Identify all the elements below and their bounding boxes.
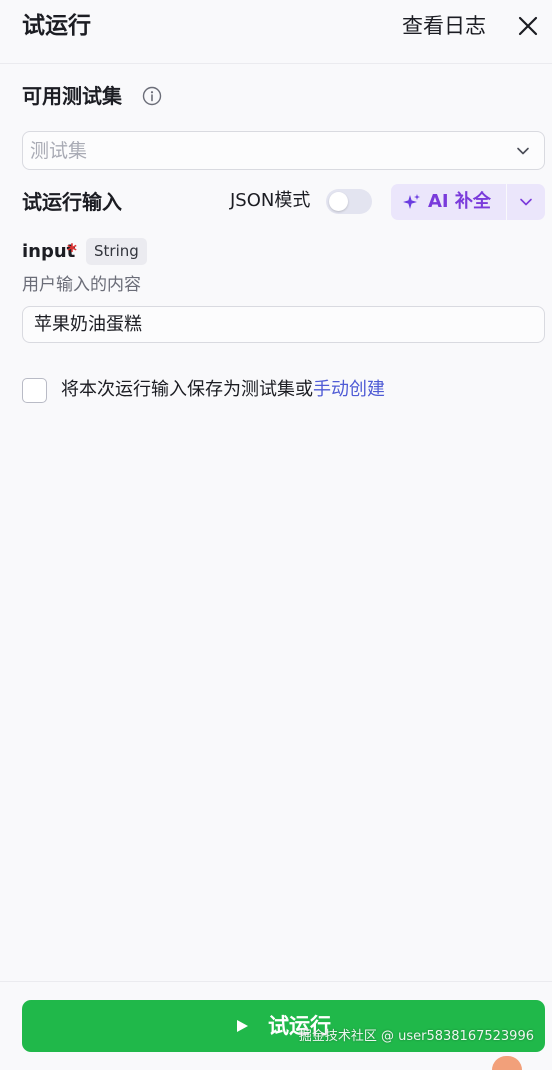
- save-as-testset-checkbox[interactable]: [22, 378, 47, 403]
- json-mode-label: JSON模式: [230, 190, 311, 211]
- type-badge: String: [86, 238, 147, 265]
- ai-complete-label: AI 补全: [428, 191, 491, 212]
- close-icon: [518, 16, 538, 36]
- save-as-testset-text: 将本次运行输入保存为测试集或: [61, 379, 313, 400]
- json-mode-toggle[interactable]: [326, 189, 372, 214]
- ai-complete-button[interactable]: AI 补全: [391, 184, 506, 220]
- panel-title: 试运行: [22, 13, 91, 39]
- chevron-down-icon: [517, 147, 529, 155]
- close-button[interactable]: [514, 12, 542, 40]
- save-as-testset-label: 将本次运行输入保存为测试集或手动创建: [61, 376, 385, 404]
- input-value-field[interactable]: 苹果奶油蛋糕: [22, 306, 545, 343]
- toggle-knob: [329, 192, 348, 211]
- ai-options-dropdown[interactable]: [507, 184, 545, 220]
- testset-select-placeholder: 测试集: [30, 140, 88, 162]
- watermark: 掘金技术社区 @ user5838167523996: [298, 1029, 534, 1044]
- info-icon[interactable]: [142, 86, 162, 106]
- testset-select[interactable]: 测试集: [22, 131, 545, 170]
- ai-complete-group: AI 补全: [391, 184, 545, 220]
- variable-description: 用户输入的内容: [22, 275, 141, 295]
- testset-section-title: 可用测试集: [22, 84, 122, 108]
- sparkle-icon: [403, 194, 420, 209]
- required-marker: *: [67, 240, 77, 262]
- play-icon: [237, 1020, 248, 1032]
- run-input-section-title: 试运行输入: [22, 190, 122, 214]
- view-logs-link[interactable]: 查看日志: [402, 10, 486, 42]
- chevron-down-icon: [520, 198, 532, 206]
- manual-create-link[interactable]: 手动创建: [313, 379, 385, 400]
- panel-header: 试运行 查看日志: [0, 0, 552, 64]
